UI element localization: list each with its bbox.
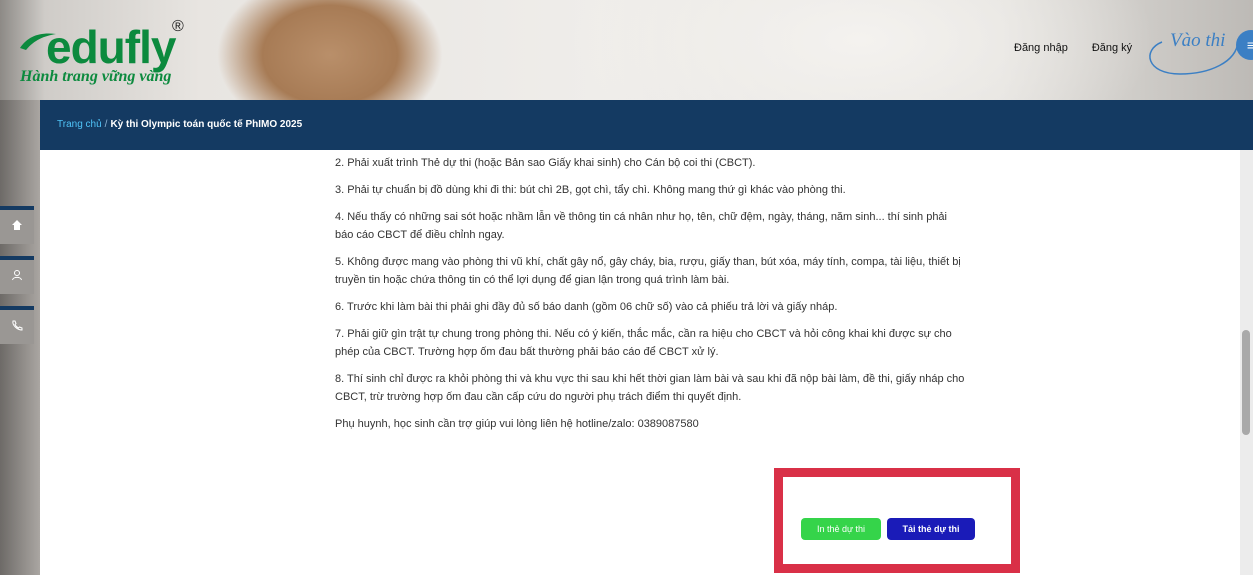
edufly-logo[interactable]: edufly ® Hành trang vững vàng	[18, 16, 198, 90]
enter-exam-link[interactable]: Vào thi	[1140, 22, 1240, 82]
print-card-button[interactable]: In thẻ dự thi	[801, 518, 881, 540]
registered-mark: ®	[172, 18, 184, 35]
rule-item: 2. Phải xuất trình Thẻ dự thi (hoặc Bản …	[335, 157, 756, 169]
breadcrumb: Trang chủ / Kỳ thi Olympic toán quốc tế Ph…	[57, 119, 302, 130]
breadcrumb-current: Kỳ thi Olympic toán quốc tế PhIMO 2025	[110, 119, 303, 130]
logo-wordmark: edufly	[46, 21, 176, 73]
user-icon	[12, 270, 22, 281]
rule-item: 4. Nếu thấy có những sai sót hoặc nhầm l…	[335, 211, 947, 241]
rule-item: 5. Không được mang vào phòng thi vũ khí,…	[335, 256, 961, 286]
logo-tagline: Hành trang vững vàng	[20, 68, 172, 85]
breadcrumb-bar: Trang chủ / Kỳ thi Olympic toán quốc tế Ph…	[40, 100, 1253, 150]
phone-icon	[12, 320, 23, 331]
breadcrumb-separator: /	[104, 119, 108, 130]
auth-links: Đăng nhập Đăng ký	[1014, 42, 1132, 54]
rule-item: 3. Phải tự chuẩn bị đồ dùng khi đi thi: …	[335, 184, 846, 196]
site-header: edufly ® Hành trang vững vàng Đăng nhập …	[0, 0, 1253, 100]
side-user-button[interactable]	[0, 256, 34, 294]
rule-item: 8. Thí sinh chỉ được ra khỏi phòng thi v…	[335, 373, 965, 403]
home-icon	[12, 220, 22, 230]
side-home-button[interactable]	[0, 206, 34, 244]
login-link[interactable]: Đăng nhập	[1014, 42, 1068, 54]
register-link[interactable]: Đăng ký	[1092, 42, 1132, 54]
rule-item: 6. Trước khi làm bài thi phải ghi đầy đủ…	[335, 301, 838, 313]
hotline-note: Phụ huynh, học sinh cần trợ giúp vui lòn…	[335, 418, 699, 430]
side-phone-button[interactable]	[0, 306, 34, 344]
scrollbar-thumb[interactable]	[1242, 330, 1250, 435]
exam-rules: 2. Phải xuất trình Thẻ dự thi (hoặc Bản …	[335, 154, 965, 442]
enter-exam-label: Vào thi	[1170, 30, 1226, 51]
breadcrumb-home[interactable]: Trang chủ	[57, 119, 102, 130]
download-card-button[interactable]: Tải thẻ dự thi	[887, 518, 975, 540]
rule-item: 7. Phải giữ gìn trật tự chung trong phòn…	[335, 328, 952, 358]
